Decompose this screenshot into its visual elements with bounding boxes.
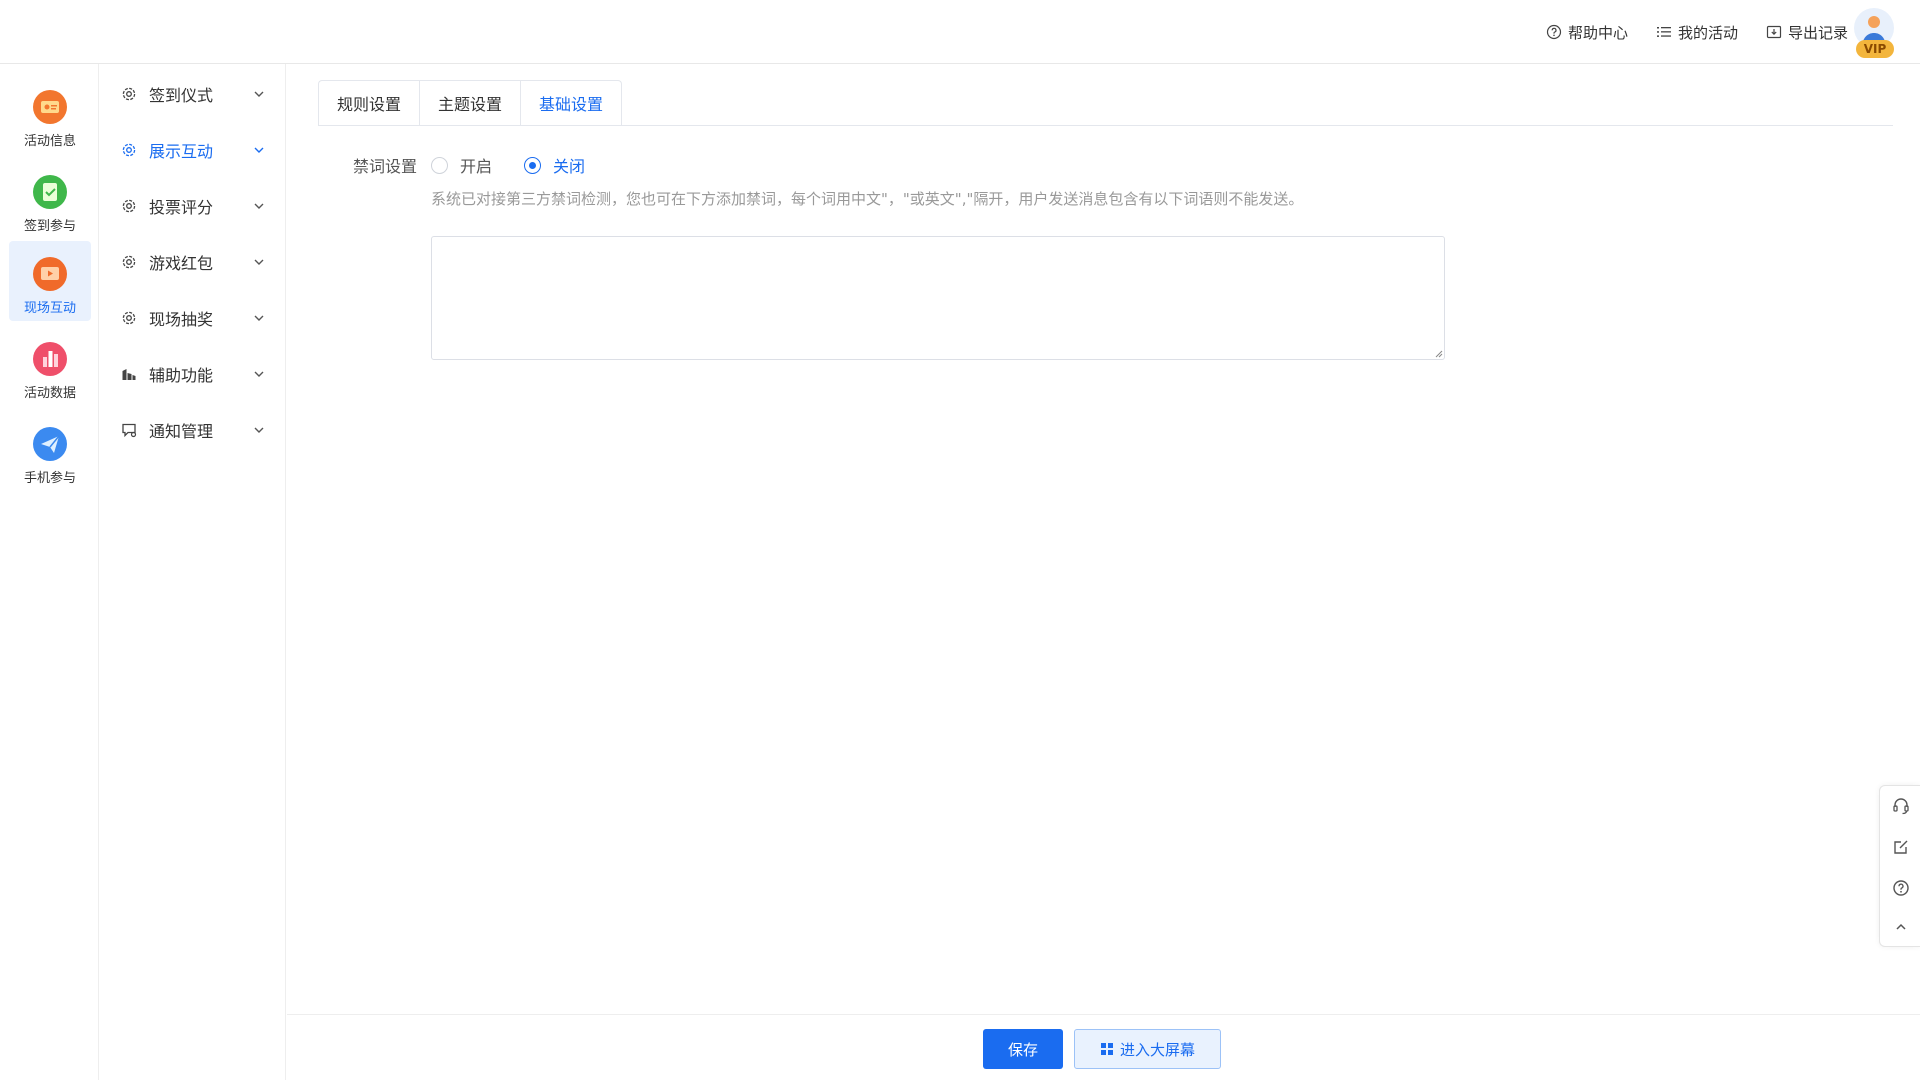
- enter-big-screen-button[interactable]: 进入大屏幕: [1074, 1029, 1221, 1069]
- submenu-item-checkin-ceremony[interactable]: 签到仪式: [99, 74, 285, 114]
- radio-circle: [524, 156, 542, 174]
- tabs-divider: [318, 125, 1893, 126]
- submenu-item-label: 通知管理: [149, 422, 214, 441]
- my-activities-label: 我的活动: [1677, 23, 1738, 42]
- rail-item-label: 活动信息: [23, 134, 76, 149]
- building-icon: [122, 369, 136, 380]
- mobile-join-icon: [33, 427, 67, 461]
- help-circle-icon: [1546, 24, 1562, 40]
- rail-item-live-interaction[interactable]: 现场互动: [9, 241, 91, 321]
- submenu-item-label: 辅助功能: [149, 366, 214, 385]
- rail-item-label: 现场互动: [23, 301, 76, 316]
- submenu-item-notifications[interactable]: 通知管理: [99, 410, 285, 450]
- my-activities-link[interactable]: 我的活动: [1656, 22, 1738, 43]
- enter-big-screen-label: 进入大屏幕: [1119, 1040, 1195, 1059]
- rail-item-label: 手机参与: [23, 471, 76, 486]
- help-center-label: 帮助中心: [1567, 23, 1628, 42]
- tab-rule-settings[interactable]: 规则设置: [318, 80, 420, 126]
- footer-actions: 保存 进入大屏幕: [287, 1014, 1920, 1080]
- forbidden-words-textarea[interactable]: [431, 236, 1445, 360]
- rail-item-label: 签到参与: [23, 219, 76, 234]
- gear-icon: [122, 199, 136, 213]
- export-icon: [1766, 25, 1782, 39]
- forbidden-words-hint: 系统已对接第三方禁词检测，您也可在下方添加禁词，每个词用中文"，"或英文","隔…: [431, 190, 1304, 208]
- list-icon: [1656, 27, 1671, 37]
- submenu-item-label: 现场抽奖: [149, 310, 214, 329]
- back-to-top-icon[interactable]: [1891, 917, 1911, 937]
- notice-icon: [122, 423, 137, 438]
- primary-nav-rail: 活动信息 签到参与 现场互动 活动数据 手机参与: [0, 64, 99, 1080]
- forbidden-words-label: 禁词设置: [353, 157, 418, 176]
- radio-label: 开启: [460, 157, 493, 176]
- vip-badge: VIP: [1856, 40, 1894, 58]
- activity-data-icon: [33, 342, 67, 376]
- rail-item-activity-data[interactable]: 活动数据: [9, 326, 91, 406]
- submenu-item-games[interactable]: 游戏红包: [99, 242, 285, 282]
- resize-handle-icon[interactable]: [1433, 348, 1443, 358]
- top-header: 帮助中心 我的活动 导出记录 VIP: [0, 0, 1920, 64]
- tab-basic-settings[interactable]: 基础设置: [520, 80, 623, 126]
- edit-icon[interactable]: [1891, 837, 1911, 857]
- customer-service-icon[interactable]: [1891, 796, 1911, 816]
- activity-info-icon: [33, 90, 67, 124]
- rail-item-mobile-join[interactable]: 手机参与: [9, 411, 91, 491]
- gear-icon: [122, 143, 136, 157]
- settings-tabs: 规则设置 主题设置 基础设置: [318, 80, 623, 126]
- help-icon[interactable]: [1891, 878, 1911, 898]
- submenu-item-voting[interactable]: 投票评分: [99, 186, 285, 226]
- header-links: 帮助中心 我的活动 导出记录: [1546, 0, 1848, 64]
- submenu-item-lottery[interactable]: 现场抽奖: [99, 298, 285, 338]
- export-records-label: 导出记录: [1787, 23, 1848, 42]
- chevron-down-icon: [254, 315, 264, 321]
- secondary-menu: 签到仪式 展示互动 投票评分 游戏红包 现场抽奖 辅助功能 通知管理: [99, 64, 286, 1080]
- chevron-down-icon: [254, 203, 264, 209]
- chevron-down-icon: [254, 147, 264, 153]
- gear-icon: [122, 87, 136, 101]
- help-center-link[interactable]: 帮助中心: [1546, 22, 1628, 43]
- submenu-item-label: 投票评分: [149, 198, 214, 217]
- chevron-down-icon: [254, 427, 264, 433]
- chevron-down-icon: [254, 371, 264, 377]
- forbidden-words-row: 禁词设置 开启 关闭: [353, 150, 617, 180]
- rail-item-activity-info[interactable]: 活动信息: [9, 74, 91, 154]
- submenu-item-label: 游戏红包: [149, 254, 214, 273]
- submenu-item-label: 展示互动: [149, 142, 214, 161]
- submenu-item-label: 签到仪式: [149, 86, 214, 105]
- submenu-item-auxiliary[interactable]: 辅助功能: [99, 354, 285, 394]
- gear-icon: [122, 311, 136, 325]
- gear-icon: [122, 255, 136, 269]
- avatar[interactable]: VIP: [1852, 8, 1896, 58]
- tab-theme-settings[interactable]: 主题设置: [419, 80, 521, 126]
- main-content: 规则设置 主题设置 基础设置 禁词设置 开启 关闭 系统已对接第三方禁词检测，您…: [287, 64, 1920, 1014]
- grid-icon: [1100, 1043, 1113, 1055]
- chevron-down-icon: [254, 259, 264, 265]
- forbidden-words-off-radio[interactable]: 关闭: [524, 153, 585, 177]
- floating-toolbar: [1879, 785, 1920, 947]
- rail-item-checkin[interactable]: 签到参与: [9, 159, 91, 239]
- checkin-icon: [33, 175, 67, 209]
- chevron-down-icon: [254, 91, 264, 97]
- radio-circle: [431, 156, 449, 174]
- live-interaction-icon: [33, 257, 67, 291]
- forbidden-words-on-radio[interactable]: 开启: [431, 153, 492, 177]
- save-button[interactable]: 保存: [983, 1029, 1063, 1069]
- export-records-link[interactable]: 导出记录: [1766, 22, 1848, 43]
- submenu-item-display-interaction[interactable]: 展示互动: [99, 130, 285, 170]
- radio-label: 关闭: [553, 157, 586, 176]
- rail-item-label: 活动数据: [23, 386, 76, 401]
